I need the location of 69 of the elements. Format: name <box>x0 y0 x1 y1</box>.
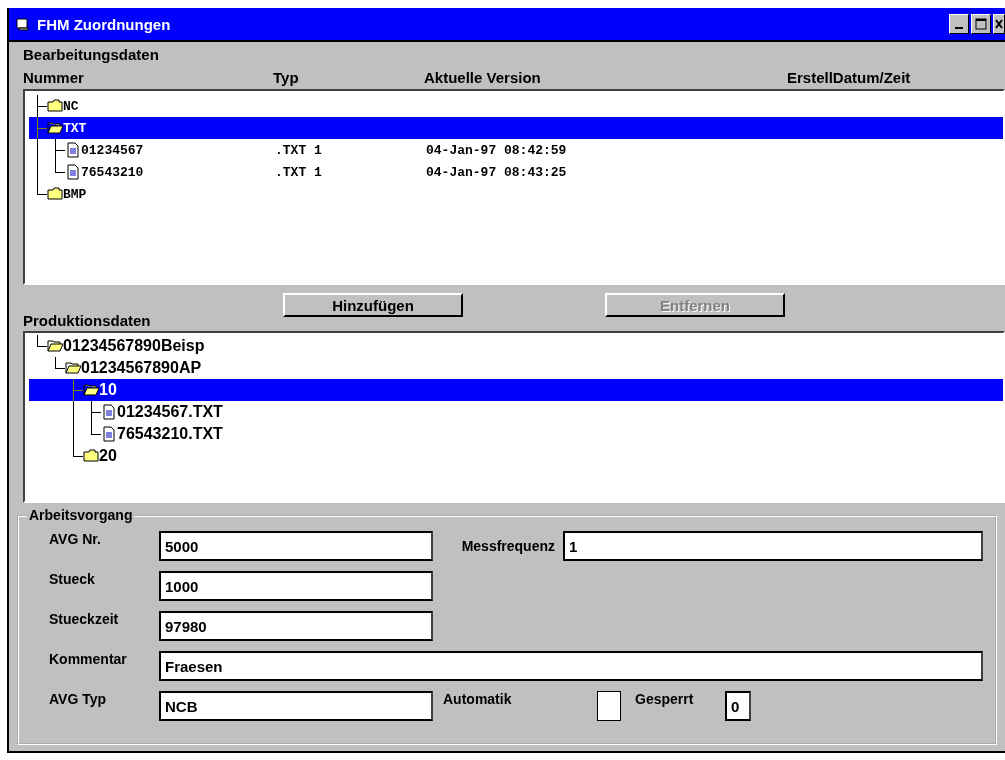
document-icon <box>65 164 81 180</box>
section-label: Bearbeitungsdaten <box>23 46 160 63</box>
close-button[interactable] <box>993 14 1005 34</box>
tree-row[interactable]: BMP <box>29 183 1003 205</box>
tree-item-name: 76543210.TXT <box>117 425 223 443</box>
type-text: .TXT 1 <box>275 164 322 180</box>
folder-icon <box>47 186 63 202</box>
column-header: Nummer <box>23 69 84 86</box>
field-label: Stueck <box>49 571 96 587</box>
field-label: Automatik <box>442 691 513 707</box>
document-icon <box>101 426 117 442</box>
tree-row[interactable]: TXT <box>29 117 1003 139</box>
text-field[interactable]: 0 <box>725 691 751 721</box>
tree-item-name: 01234567890AP <box>81 359 202 377</box>
minimize-button[interactable] <box>949 14 969 34</box>
folder-icon <box>65 360 81 376</box>
tree-row[interactable]: 20 <box>29 445 1003 467</box>
tree-row[interactable]: 76543210 .TXT 1 04-Jan-97 08:43:25 <box>29 161 1003 183</box>
close-icon <box>995 19 1003 29</box>
column-header: Typ <box>273 69 299 86</box>
group-title: Arbeitsvorgang <box>27 507 135 523</box>
tree-item-name: 01234567.TXT <box>117 403 223 421</box>
field-label: AVG Nr. <box>49 531 102 547</box>
app-icon <box>15 16 31 32</box>
text-field[interactable]: 1000 <box>159 571 433 601</box>
field-label: Gesperrt <box>635 691 695 707</box>
tree-item-name: 01234567 <box>81 142 144 158</box>
tree-item-name: 20 <box>99 447 117 465</box>
column-header: Aktuelle Version <box>424 69 541 86</box>
tree-row[interactable]: 01234567 .TXT 1 04-Jan-97 08:42:59 <box>29 139 1003 161</box>
tree-row[interactable]: 10 <box>29 379 1003 401</box>
folder-icon <box>47 120 63 136</box>
tree-row[interactable]: NC <box>29 95 1003 117</box>
minimize-icon <box>955 27 963 29</box>
field-label: Stueckzeit <box>49 611 120 627</box>
add-button[interactable]: Hinzufügen <box>283 293 463 317</box>
field-label: AVG Typ <box>49 691 108 707</box>
document-icon <box>101 404 117 420</box>
text-field[interactable]: 5000 <box>159 531 433 561</box>
tree-row[interactable]: 01234567.TXT <box>29 401 1003 423</box>
document-icon <box>65 142 81 158</box>
tree-item-name: 10 <box>99 381 117 399</box>
maximize-icon <box>975 18 987 30</box>
column-header: ErstellDatum/Zeit <box>787 69 911 86</box>
version-text: 04-Jan-97 08:43:25 <box>426 164 567 180</box>
field-label: Messfrequenz <box>461 538 556 554</box>
tree-row[interactable]: 01234567890Beisp <box>29 335 1003 357</box>
tree-row[interactable]: 01234567890AP <box>29 357 1003 379</box>
text-field[interactable]: NCB <box>159 691 433 721</box>
folder-icon <box>47 338 63 354</box>
tree-item-name: NC <box>63 98 79 114</box>
section-label: Produktionsdaten <box>23 312 152 329</box>
maximize-button[interactable] <box>971 14 991 34</box>
tree-item-name: 01234567890Beisp <box>63 337 205 355</box>
text-field[interactable]: 97980 <box>159 611 433 641</box>
type-text: .TXT 1 <box>275 142 322 158</box>
folder-icon <box>83 382 99 398</box>
folder-icon <box>47 98 63 114</box>
tree-item-name: 76543210 <box>81 164 144 180</box>
field-label: Kommentar <box>49 651 128 667</box>
tree-item-name: TXT <box>63 120 87 136</box>
text-field[interactable]: Fraesen <box>159 651 983 681</box>
folder-icon <box>83 448 99 464</box>
version-text: 04-Jan-97 08:42:59 <box>426 142 567 158</box>
tree-item-name: BMP <box>63 186 87 202</box>
window-title: FHM Zuordnungen <box>37 15 172 33</box>
checkbox[interactable] <box>597 691 621 721</box>
tree-row[interactable]: 76543210.TXT <box>29 423 1003 445</box>
text-field[interactable]: 1 <box>563 531 983 561</box>
